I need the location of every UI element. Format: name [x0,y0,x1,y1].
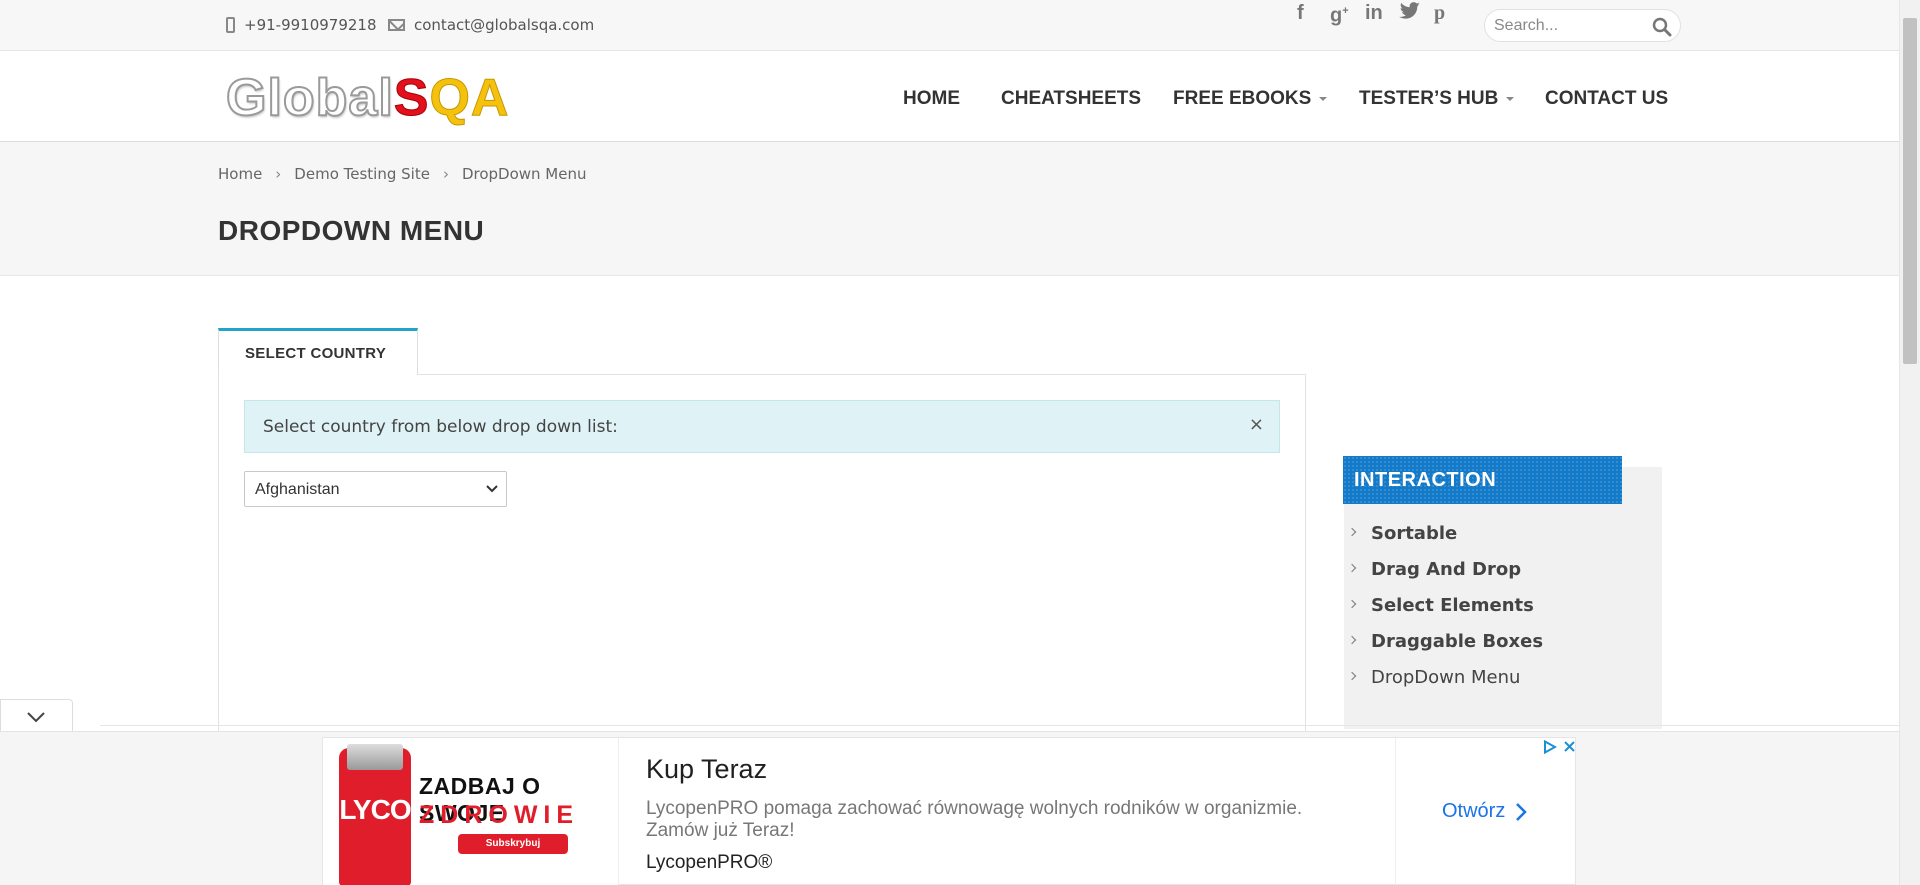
sidebar-item-label: Draggable Boxes [1371,631,1544,652]
scrollbar-thumb[interactable] [1903,18,1917,364]
twitter-icon[interactable] [1399,1,1421,25]
page-title-band: Home › Demo Testing Site › DropDown Menu… [0,142,1899,276]
chevron-right-icon [1347,671,1357,681]
ad-advertiser: LycopenPRO® [646,852,773,873]
bottle-cap [347,744,403,770]
product-bottle-image: LYCO [339,744,412,885]
nav-contact-us[interactable]: CONTACT US [1545,88,1668,110]
ad-image[interactable]: LYCO ZADBAJ O SWOJE ZDROWIE Subskrybuj [323,738,619,885]
chevron-right-icon [1347,527,1357,537]
ad-controls [1543,740,1576,754]
bottle-brand-text: LYCO [339,794,411,825]
sidebar-interaction: Sortable Drag And Drop Select Elements D… [1344,467,1662,729]
ad-image-headline-red: ZDROWIE [419,801,580,829]
logo-global-text: Global [225,68,394,128]
breadcrumb-home[interactable]: Home [218,165,262,183]
phone-number: +91-9910979218 [244,16,377,34]
country-select-value: Afghanistan [255,481,340,498]
logo-s-text: S [393,69,430,128]
logo-qa-text: QA [429,69,510,128]
tab-select-country[interactable]: SELECT COUNTRY [218,328,418,375]
chevron-right-icon [1347,563,1357,573]
pinterest-icon[interactable]: p [1434,1,1445,25]
phone-icon [226,17,235,33]
sidebar-list: Sortable Drag And Drop Select Elements D… [1344,520,1543,700]
breadcrumb-separator-icon: › [442,165,449,183]
site-header: GlobalSQA HOME CHEATSHEETS FREE EBOOKS T… [0,51,1899,142]
nav-testers-hub-label: TESTER’S HUB [1359,88,1499,109]
sidebar-item-dropdown-menu[interactable]: DropDown Menu [1344,664,1543,700]
search-input[interactable] [1494,16,1644,36]
nav-home[interactable]: HOME [903,88,960,110]
search-icon[interactable] [1652,17,1672,37]
sidebar-item-label: Select Elements [1371,595,1534,616]
adchoices-icon[interactable] [1543,740,1557,754]
nav-testers-hub[interactable]: TESTER’S HUB [1359,88,1515,110]
sidebar-item-sortable[interactable]: Sortable [1344,520,1543,556]
sidebar-item-label: DropDown Menu [1371,667,1521,688]
google-plus-icon[interactable]: g+ [1330,0,1349,27]
phone-contact: +91-9910979218 [226,16,377,34]
ad-open-label: Otwórz [1442,800,1506,822]
chevron-down-icon [486,485,498,493]
linkedin-icon[interactable]: in [1365,1,1383,25]
page-title: DROPDOWN MENU [218,215,485,246]
collapse-ad-button[interactable] [0,699,73,731]
search-box [1484,9,1681,42]
divider [100,725,1899,726]
close-icon[interactable] [1563,740,1576,753]
sidebar-item-label: Drag And Drop [1371,559,1522,580]
top-bar: +91-9910979218 contact@globalsqa.com f g… [0,0,1899,51]
ad-title[interactable]: Kup Teraz [646,754,767,785]
info-alert: Select country from below drop down list… [244,400,1280,453]
ad-cta-area[interactable]: Otwórz [1395,738,1577,885]
sidebar-item-label: Sortable [1371,523,1458,544]
email-contact[interactable]: contact@globalsqa.com [388,16,594,34]
globalsqa-logo[interactable]: GlobalSQA [225,68,510,128]
breadcrumb-current: DropDown Menu [461,165,587,183]
sidebar-item-drag-and-drop[interactable]: Drag And Drop [1344,556,1543,592]
sidebar-item-select-elements[interactable]: Select Elements [1344,592,1543,628]
sidebar-heading: INTERACTION [1343,456,1622,504]
country-select[interactable]: Afghanistan [244,471,507,507]
close-icon[interactable]: × [1249,414,1264,435]
sidebar-item-draggable-boxes[interactable]: Draggable Boxes [1344,628,1543,664]
page-scrollbar[interactable] [1899,0,1920,885]
email-address[interactable]: contact@globalsqa.com [414,16,594,34]
ad-subscribe-button[interactable]: Subskrybuj [458,834,568,854]
alert-text: Select country from below drop down list… [263,417,618,437]
ad-banner[interactable]: LYCO ZADBAJ O SWOJE ZDROWIE Subskrybuj K… [322,737,1576,885]
chevron-down-icon [1506,96,1515,101]
breadcrumb-demo[interactable]: Demo Testing Site [294,165,430,183]
chevron-down-icon [1319,96,1328,101]
chevron-right-icon [1516,802,1528,821]
sidebar-heading-text: INTERACTION [1354,469,1497,491]
nav-cheatsheets[interactable]: CHEATSHEETS [1001,88,1141,110]
nav-free-ebooks-label: FREE EBOOKS [1173,88,1312,109]
facebook-icon[interactable]: f [1297,1,1304,25]
nav-free-ebooks[interactable]: FREE EBOOKS [1173,88,1328,110]
breadcrumb: Home › Demo Testing Site › DropDown Menu [218,165,586,183]
breadcrumb-separator-icon: › [275,165,282,183]
chevron-right-icon [1347,599,1357,609]
ad-description: LycopenPRO pomaga zachować równowagę wol… [646,798,1303,841]
ad-open-button[interactable]: Otwórz [1442,800,1528,823]
tab-label: SELECT COUNTRY [245,345,387,362]
mail-icon [388,19,405,31]
chevron-right-icon [1347,635,1357,645]
chevron-down-icon [27,712,45,723]
